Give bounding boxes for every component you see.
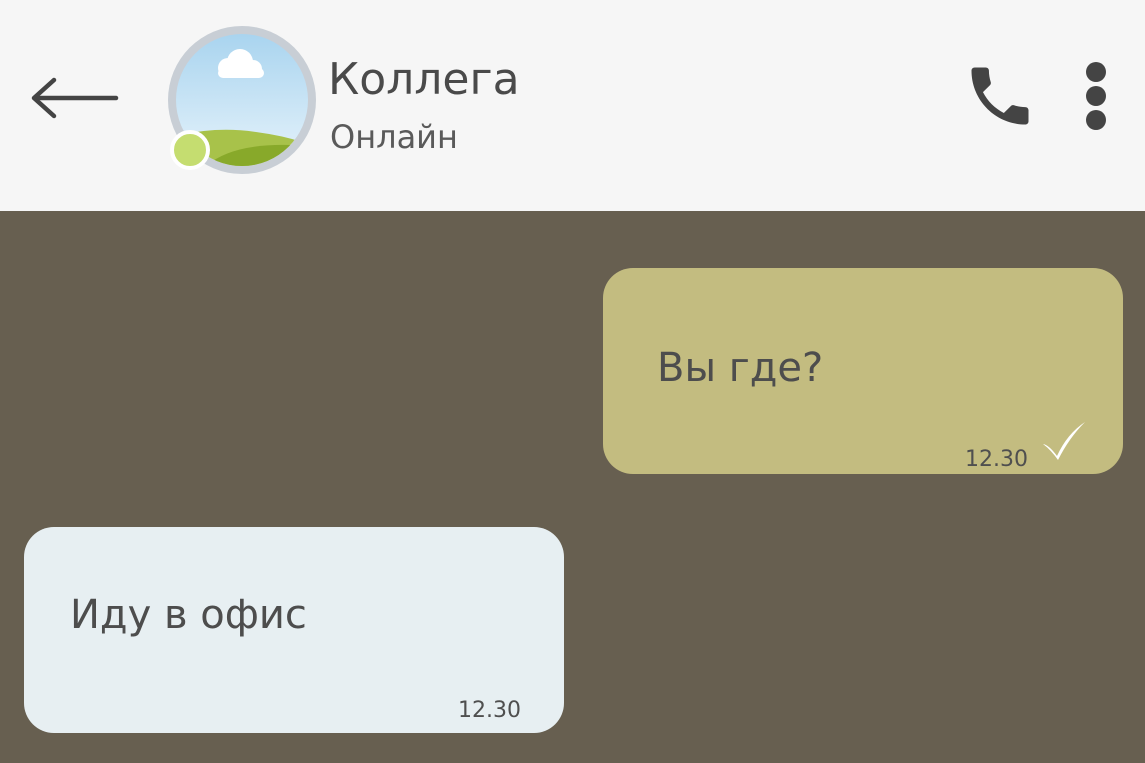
message-time: 12.30 xyxy=(965,447,1028,472)
arrow-left-icon xyxy=(31,77,119,119)
avatar[interactable] xyxy=(168,26,316,174)
chat-screen: Коллега Онлайн Вы где? 12.30 Иду в офис … xyxy=(0,0,1145,763)
message-text: Иду в офис xyxy=(70,592,307,638)
message-time: 12.30 xyxy=(458,698,521,723)
phone-icon xyxy=(971,67,1029,125)
online-status-indicator xyxy=(170,130,210,170)
more-vertical-icon xyxy=(1086,62,1106,130)
call-button[interactable] xyxy=(962,58,1038,134)
contact-name[interactable]: Коллега xyxy=(328,52,520,108)
message-text: Вы где? xyxy=(657,345,824,391)
back-button[interactable] xyxy=(26,68,122,128)
more-options-button[interactable] xyxy=(1072,56,1120,136)
outgoing-message-bubble[interactable]: Вы где? 12.30 xyxy=(603,268,1123,474)
chat-header: Коллега Онлайн xyxy=(0,0,1145,211)
check-icon xyxy=(1043,422,1085,460)
contact-status: Онлайн xyxy=(330,118,458,156)
incoming-message-bubble[interactable]: Иду в офис 12.30 xyxy=(24,527,564,733)
